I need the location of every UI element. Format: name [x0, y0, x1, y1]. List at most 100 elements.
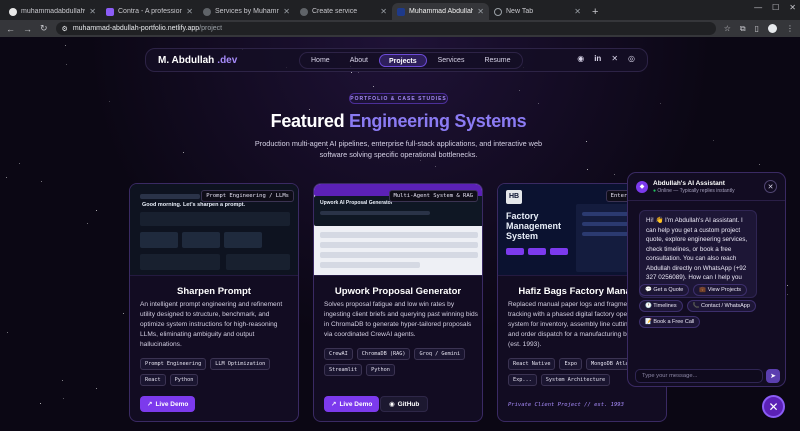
star [108, 101, 110, 103]
project-card-upwork-proposal[interactable]: Upwork AI Proposal Generator Multi-Agent… [313, 183, 483, 422]
close-icon[interactable]: ✕ [477, 7, 484, 16]
page: M. Abdullah .dev Home About Projects Serv… [0, 37, 800, 431]
close-icon[interactable]: ✕ [89, 7, 96, 16]
project-category-tag: Prompt Engineering / LLMs [201, 190, 294, 202]
profile-avatar[interactable] [768, 24, 777, 33]
minimize-icon[interactable]: — [754, 3, 762, 12]
tech-chip: System Architecture [540, 374, 611, 386]
project-title: Upwork Proposal Generator [334, 286, 462, 297]
star [586, 141, 588, 143]
star [587, 168, 589, 170]
chat-status: ● Online — Typically replies instantly [653, 187, 735, 194]
site-navbar: M. Abdullah .dev Home About Projects Serv… [145, 48, 648, 72]
x-icon[interactable]: ✕ [611, 54, 618, 63]
project-description: Solves proposal fatigue and low win rate… [324, 301, 478, 338]
chat-input[interactable]: Type your message... [635, 369, 763, 383]
address-bar: ← → ↻ ⚙ muhammad-abdullah-portfolio.netl… [0, 20, 800, 37]
star [350, 71, 352, 73]
browser-tab-active[interactable]: Muhammad Abdullah W...✕ [392, 3, 489, 20]
maximize-icon[interactable]: ☐ [772, 3, 779, 12]
close-window-icon[interactable]: ✕ [789, 3, 796, 12]
chat-bot-icon: ◆ [636, 180, 648, 193]
url-field[interactable]: ⚙ muhammad-abdullah-portfolio.netlify.ap… [55, 22, 716, 35]
close-icon[interactable]: ✕ [283, 7, 290, 16]
tech-chip: Expo [559, 358, 582, 370]
project-card-sharpen-prompt[interactable]: Good morning. Let's sharpen a prompt. Pr… [129, 183, 299, 422]
tech-chip: CrewAI [324, 348, 353, 360]
nav-resume[interactable]: Resume [475, 54, 519, 67]
star [787, 293, 789, 295]
send-icon[interactable]: ➤ [766, 369, 780, 383]
quick-reply-timelines[interactable]: 🕐 Timelines [639, 300, 683, 312]
project-description: An intelligent prompt engineering and re… [140, 301, 283, 348]
live-demo-button[interactable]: ↗ Live Demo [324, 396, 380, 412]
star [95, 387, 97, 389]
close-icon[interactable]: ✕ [574, 7, 581, 16]
menu-icon[interactable]: ⋮ [786, 24, 794, 33]
star [41, 180, 43, 182]
nav-home[interactable]: Home [302, 54, 339, 67]
star [19, 163, 21, 165]
tech-chip: ChromaDB (RAG) [356, 348, 411, 360]
browser-tab[interactable]: Services by Muhammad...✕ [198, 3, 295, 20]
private-project-label: Private Client Project // est. 1993 [508, 402, 624, 408]
browser-tab[interactable]: Contra - A professional n...✕ [101, 3, 198, 20]
nav-menu: Home About Projects Services Resume [299, 52, 523, 69]
star [65, 45, 67, 47]
close-icon[interactable]: ✕ [380, 7, 387, 16]
star [39, 403, 41, 405]
github-icon: ◉ [389, 401, 395, 408]
new-tab-icon [494, 7, 502, 16]
tech-chip: React [140, 374, 166, 386]
globe-icon [203, 7, 211, 16]
external-link-icon: ↗ [147, 401, 153, 408]
github-icon [9, 7, 17, 16]
browser-tab[interactable]: New Tab ✕ [489, 3, 586, 20]
back-icon[interactable]: ← [6, 24, 15, 34]
nav-about[interactable]: About [341, 54, 377, 67]
chat-assistant-name: Abdullah's AI Assistant [653, 179, 725, 187]
star [63, 398, 65, 400]
page-title: Featured Engineering Systems [270, 111, 527, 131]
section-kicker: PORTFOLIO & CASE STUDIES [349, 93, 448, 104]
sidebar-icon[interactable]: ▯ [755, 24, 759, 33]
star [358, 72, 360, 74]
bookmark-star-icon[interactable]: ☆ [724, 24, 731, 33]
live-demo-button[interactable]: ↗ Live Demo [140, 396, 196, 412]
tech-chip: LLM Optimization [210, 358, 271, 370]
linkedin-icon[interactable]: in [594, 54, 601, 63]
star [372, 85, 374, 87]
github-button[interactable]: ◉ GitHub [380, 396, 429, 412]
chat-toggle-button[interactable]: ✕ [762, 395, 785, 418]
new-tab-button[interactable]: + [586, 6, 604, 20]
close-icon[interactable]: ✕ [186, 7, 193, 16]
nav-projects[interactable]: Projects [378, 54, 427, 67]
tech-chip: Prompt Engineering [140, 358, 207, 370]
extensions-icon[interactable]: ⧉ [740, 24, 746, 34]
tech-chip: React Native [508, 358, 556, 370]
star [122, 312, 124, 314]
tech-chip: Groq / Gemini [414, 348, 466, 360]
site-info-icon[interactable]: ⚙ [62, 25, 68, 33]
quick-reply-quote[interactable]: 💬 Get a Quote [639, 284, 690, 296]
browser-tab[interactable]: Create service ✕ [295, 3, 392, 20]
star [183, 152, 185, 154]
chat-header: ◆ Abdullah's AI Assistant ● Online — Typ… [628, 173, 785, 201]
star [5, 177, 7, 179]
brand-logo[interactable]: M. Abdullah .dev [158, 55, 237, 66]
nav-services[interactable]: Services [429, 54, 474, 67]
quick-reply-projects[interactable]: 💼 View Projects [693, 284, 747, 296]
star [614, 174, 616, 176]
globe-icon [300, 7, 308, 16]
quick-reply-contact[interactable]: 📞 Contact / WhatsApp [686, 300, 756, 312]
star [518, 90, 520, 92]
forward-icon[interactable]: → [23, 24, 32, 34]
browser-tab[interactable]: muhammadabdullahw...✕ [4, 3, 101, 20]
quick-reply-book-call[interactable]: 📝 Book a Free Call [639, 316, 701, 328]
page-subtitle: Production multi-agent AI pipelines, ent… [254, 139, 543, 159]
quick-replies-row: 💬 Get a Quote 💼 View Projects [639, 284, 747, 296]
reload-icon[interactable]: ↻ [40, 23, 48, 34]
chat-close-button[interactable]: ✕ [764, 180, 777, 193]
whatsapp-icon[interactable]: ◎ [628, 54, 635, 63]
github-icon[interactable]: ◉ [577, 54, 584, 63]
